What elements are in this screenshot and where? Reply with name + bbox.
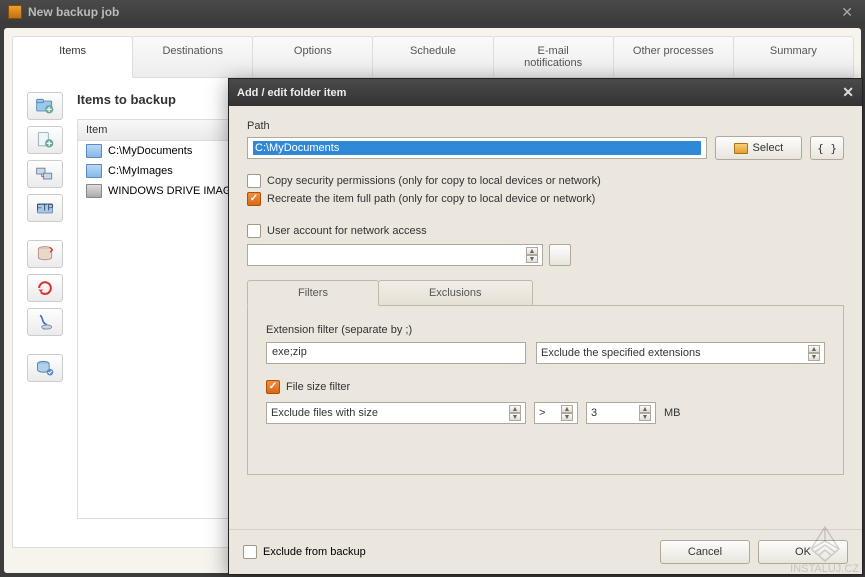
size-op-combo[interactable]: > ▲▼ <box>534 402 578 424</box>
file-size-filter-label: File size filter <box>286 381 350 393</box>
tab-other[interactable]: Other processes <box>613 36 734 77</box>
spinner-icon[interactable]: ▲▼ <box>639 405 651 421</box>
user-account-edit-button[interactable] <box>549 244 571 266</box>
filters-panel: Extension filter (separate by ;) exe;zip… <box>247 305 844 475</box>
sub-tabs: Filters Exclusions <box>247 280 844 305</box>
user-account-combo[interactable]: ▲▼ <box>247 244 543 266</box>
select-label: Select <box>753 142 784 154</box>
size-mode-combo[interactable]: Exclude files with size ▲▼ <box>266 402 526 424</box>
tab-summary[interactable]: Summary <box>733 36 854 77</box>
folder-icon <box>86 164 102 178</box>
tab-items[interactable]: Items <box>12 36 133 78</box>
window-title: New backup job <box>28 5 837 19</box>
copy-permissions-label: Copy security permissions (only for copy… <box>267 175 601 187</box>
path-label: Path <box>247 120 844 132</box>
extension-filter-input[interactable]: exe;zip <box>266 342 526 364</box>
disk-icon <box>86 184 102 198</box>
copy-permissions-checkbox[interactable] <box>247 174 261 188</box>
edit-folder-dialog: Add / edit folder item ✕ Path Select { }… <box>228 78 863 575</box>
main-titlebar: New backup job ✕ <box>0 0 865 24</box>
dialog-title: Add / edit folder item <box>237 87 842 99</box>
add-folder-button[interactable] <box>27 92 63 120</box>
tab-schedule[interactable]: Schedule <box>372 36 493 77</box>
close-icon[interactable]: ✕ <box>837 4 857 21</box>
cancel-button[interactable]: Cancel <box>660 540 750 564</box>
path-input[interactable] <box>247 137 707 159</box>
add-file-button[interactable] <box>27 126 63 154</box>
size-value-input[interactable]: 3 ▲▼ <box>586 402 656 424</box>
main-tabs: Items Destinations Options Schedule E-ma… <box>12 36 853 78</box>
recreate-path-label: Recreate the item full path (only for co… <box>267 193 595 205</box>
braces-icon: { } <box>817 142 837 155</box>
tab-filters[interactable]: Filters <box>247 280 379 306</box>
file-size-filter-checkbox[interactable] <box>266 380 280 394</box>
tab-options[interactable]: Options <box>252 36 373 77</box>
tab-destinations[interactable]: Destinations <box>132 36 253 77</box>
size-mode-value: Exclude files with size <box>271 407 378 419</box>
items-toolbar: FTP <box>27 92 69 533</box>
tab-exclusions[interactable]: Exclusions <box>378 280 533 305</box>
add-disk-button[interactable] <box>27 354 63 382</box>
size-value: 3 <box>591 407 597 419</box>
app-icon <box>8 5 22 19</box>
spinner-icon[interactable]: ▲▼ <box>808 345 820 361</box>
user-account-checkbox[interactable] <box>247 224 261 238</box>
spinner-icon[interactable]: ▲▼ <box>526 247 538 263</box>
item-label: WINDOWS DRIVE IMAGE <box>108 185 239 197</box>
add-db-button[interactable] <box>27 240 63 268</box>
tab-email[interactable]: E-mail notifications <box>493 36 614 77</box>
folder-icon <box>734 143 748 154</box>
add-script-button[interactable] <box>27 308 63 336</box>
extension-mode-combo[interactable]: Exclude the specified extensions ▲▼ <box>536 342 825 364</box>
extension-value: exe;zip <box>272 346 307 358</box>
item-label: C:\MyDocuments <box>108 145 192 157</box>
svg-text:FTP: FTP <box>36 203 53 213</box>
size-op-value: > <box>539 407 545 419</box>
user-account-label: User account for network access <box>267 225 427 237</box>
dialog-titlebar: Add / edit folder item ✕ <box>229 79 862 106</box>
item-label: C:\MyImages <box>108 165 173 177</box>
dialog-close-icon[interactable]: ✕ <box>842 84 854 101</box>
extension-mode-value: Exclude the specified extensions <box>541 347 701 359</box>
recreate-path-checkbox[interactable] <box>247 192 261 206</box>
size-unit-label: MB <box>664 407 681 419</box>
add-loop-button[interactable] <box>27 274 63 302</box>
variables-button[interactable]: { } <box>810 136 844 160</box>
exclude-from-backup-label: Exclude from backup <box>263 546 366 558</box>
dialog-body: Path Select { } Copy security permission… <box>229 106 862 529</box>
add-ftp-button[interactable]: FTP <box>27 194 63 222</box>
folder-icon <box>86 144 102 158</box>
path-field[interactable] <box>253 141 701 155</box>
add-network-button[interactable] <box>27 160 63 188</box>
spinner-icon[interactable]: ▲▼ <box>509 405 521 421</box>
select-button[interactable]: Select <box>715 136 803 160</box>
extension-filter-label: Extension filter (separate by ;) <box>266 324 825 336</box>
exclude-from-backup-checkbox[interactable] <box>243 545 257 559</box>
spinner-icon[interactable]: ▲▼ <box>561 405 573 421</box>
ok-button[interactable]: OK <box>758 540 848 564</box>
dialog-footer: Exclude from backup Cancel OK <box>229 529 862 574</box>
